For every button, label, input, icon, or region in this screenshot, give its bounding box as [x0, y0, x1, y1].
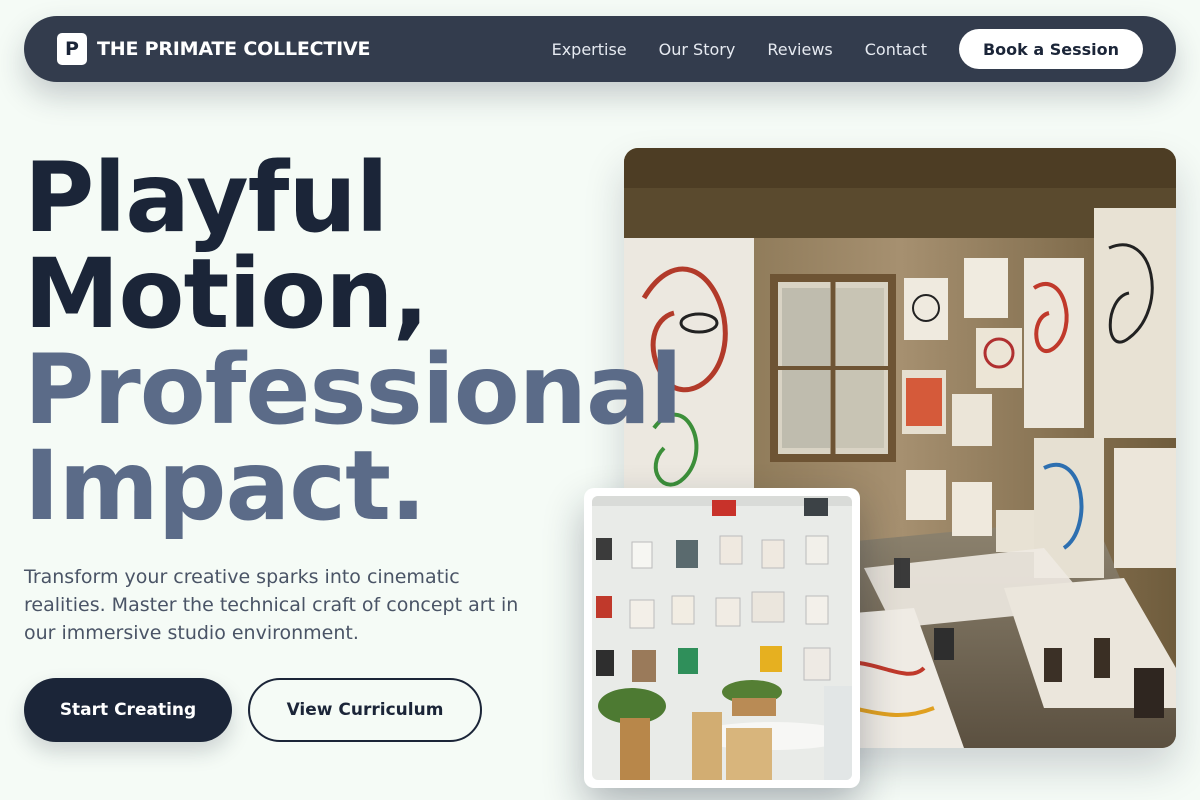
gallery-photo: [592, 496, 852, 780]
headline-line-4: Impact.: [24, 430, 427, 542]
headline-line-3: Professional: [24, 334, 683, 446]
nav-link-expertise[interactable]: Expertise: [552, 40, 627, 59]
hero-subtitle: Transform your creative sparks into cine…: [24, 566, 519, 644]
brand-name[interactable]: THE PRIMATE COLLECTIVE: [97, 38, 371, 60]
headline-line-2: Motion,: [24, 238, 429, 350]
page: P THE PRIMATE COLLECTIVE Expertise Our S…: [0, 0, 1200, 800]
logo-icon[interactable]: P: [57, 33, 87, 65]
nav-link-our-story[interactable]: Our Story: [659, 40, 736, 59]
start-creating-button[interactable]: Start Creating: [24, 678, 232, 742]
top-navigation: P THE PRIMATE COLLECTIVE Expertise Our S…: [24, 16, 1176, 82]
nav-links: Expertise Our Story Reviews Contact: [552, 40, 927, 59]
hero-headline: Playful Motion, Professional Impact.: [24, 150, 784, 534]
view-curriculum-button[interactable]: View Curriculum: [248, 678, 482, 742]
nav-link-reviews[interactable]: Reviews: [767, 40, 832, 59]
nav-link-contact[interactable]: Contact: [865, 40, 927, 59]
headline-line-1: Playful: [24, 142, 389, 254]
book-session-button[interactable]: Book a Session: [959, 29, 1143, 69]
